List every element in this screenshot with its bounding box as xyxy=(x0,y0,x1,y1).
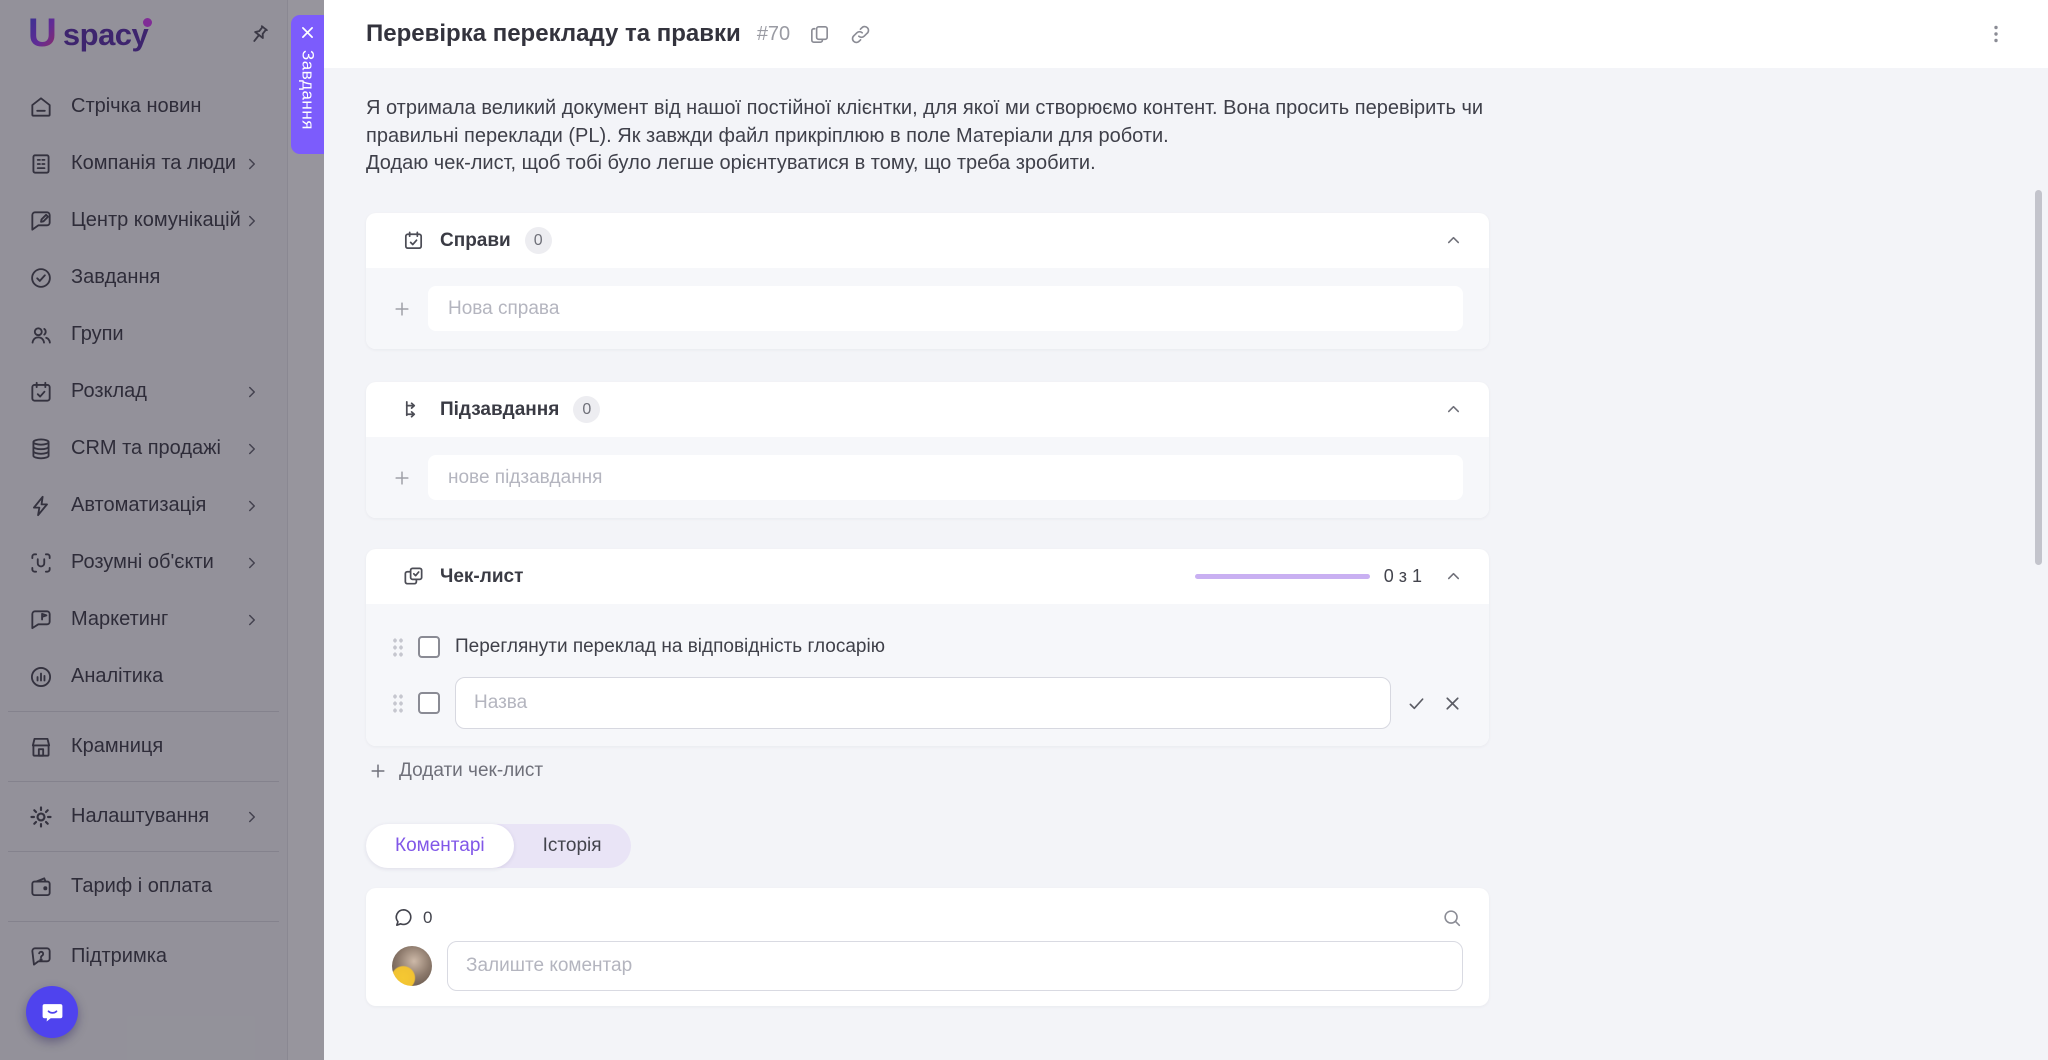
checklist-title: Чек-лист xyxy=(440,565,524,587)
new-todo-input[interactable]: Нова справа xyxy=(428,286,1463,331)
collapse-chevron-icon[interactable] xyxy=(1444,400,1463,419)
add-checklist-button[interactable]: Додати чек-лист xyxy=(368,760,543,782)
scrollbar-thumb[interactable] xyxy=(2035,190,2042,565)
todos-count-badge: 0 xyxy=(524,227,552,254)
subtasks-title: Підзавдання xyxy=(440,398,560,420)
cancel-x-icon[interactable] xyxy=(1442,693,1463,714)
drawer-tab-tasks[interactable]: Завдання xyxy=(291,15,324,154)
subtasks-card-header: Підзавдання 0 xyxy=(366,382,1489,437)
new-subtask-input[interactable]: нове підзавдання xyxy=(428,455,1463,500)
todos-card: Справи 0 Нова справа xyxy=(366,213,1489,349)
comment-input[interactable]: Залиште коментар xyxy=(447,941,1463,991)
calendar-check-icon xyxy=(402,229,425,252)
checklist-item-checkbox[interactable] xyxy=(418,636,440,658)
tab-history[interactable]: Історія xyxy=(514,824,631,868)
description-paragraph: Додаю чек-лист, щоб тобі було легше оріє… xyxy=(366,152,1096,174)
checklist-progress-text: 0 з 1 xyxy=(1383,566,1422,586)
more-options-icon[interactable] xyxy=(1984,22,2008,46)
app-root: U spacy Стрічка новин Компанія та люди Ц… xyxy=(0,0,2048,1060)
copy-icon[interactable] xyxy=(808,23,831,46)
task-header: Перевірка перекладу та правки #70 xyxy=(324,0,2048,68)
task-description: Я отримала великий документ від нашої по… xyxy=(366,95,1501,178)
search-icon[interactable] xyxy=(1441,907,1463,929)
collapse-chevron-icon[interactable] xyxy=(1444,231,1463,250)
drag-handle-icon[interactable] xyxy=(392,636,403,658)
link-icon[interactable] xyxy=(849,23,872,46)
comments-count: 0 xyxy=(423,907,433,927)
activity-tabs: Коментарі Історія xyxy=(366,824,631,868)
description-paragraph: Я отримала великий документ від нашої по… xyxy=(366,97,1484,147)
current-user-avatar xyxy=(392,946,432,986)
todos-card-header: Справи 0 xyxy=(366,213,1489,268)
tab-comments[interactable]: Коментарі xyxy=(366,824,514,868)
checklist-progress-bar xyxy=(1194,574,1370,579)
plus-icon[interactable] xyxy=(392,299,412,319)
confirm-check-icon[interactable] xyxy=(1406,693,1427,714)
checklist-card-header: Чек-лист 0 з 1 xyxy=(366,549,1489,604)
close-icon[interactable] xyxy=(299,24,316,41)
checklist-card: Чек-лист 0 з 1 Переглянути переклад на в… xyxy=(366,549,1489,746)
plus-icon[interactable] xyxy=(392,468,412,488)
task-title: Перевірка перекладу та правки xyxy=(366,20,741,47)
checklist-item-label: Переглянути переклад на відповідність гл… xyxy=(455,636,885,657)
checklist-icon xyxy=(402,565,425,588)
support-chat-button[interactable] xyxy=(26,986,78,1038)
subtasks-card: Підзавдання 0 нове підзавдання xyxy=(366,382,1489,518)
new-item-checkbox[interactable] xyxy=(418,692,440,714)
new-checklist-item-input[interactable]: Назва xyxy=(455,677,1391,729)
checklist-card-body: Переглянути переклад на відповідність гл… xyxy=(366,604,1489,746)
todos-title: Справи xyxy=(440,229,511,251)
task-drawer: Перевірка перекладу та правки #70 Я отри… xyxy=(324,0,2048,1060)
checklist-new-item-row: Назва xyxy=(392,677,1463,729)
subtasks-branch-icon xyxy=(402,398,425,421)
comment-bubble-icon xyxy=(392,906,415,929)
checklist-item-row: Переглянути переклад на відповідність гл… xyxy=(392,622,1463,672)
subtasks-card-body: нове підзавдання xyxy=(366,437,1489,518)
drawer-tab-label: Завдання xyxy=(298,50,318,130)
comments-card: 0 Залиште коментар xyxy=(366,888,1489,1006)
task-number: #70 xyxy=(756,22,791,45)
subtasks-count-badge: 0 xyxy=(573,396,601,423)
todos-card-body: Нова справа xyxy=(366,268,1489,349)
modal-overlay[interactable] xyxy=(0,0,324,1060)
plus-icon xyxy=(368,761,388,781)
chat-bubble-icon xyxy=(39,999,66,1026)
collapse-chevron-icon[interactable] xyxy=(1444,567,1463,586)
drag-handle-icon[interactable] xyxy=(392,692,403,714)
